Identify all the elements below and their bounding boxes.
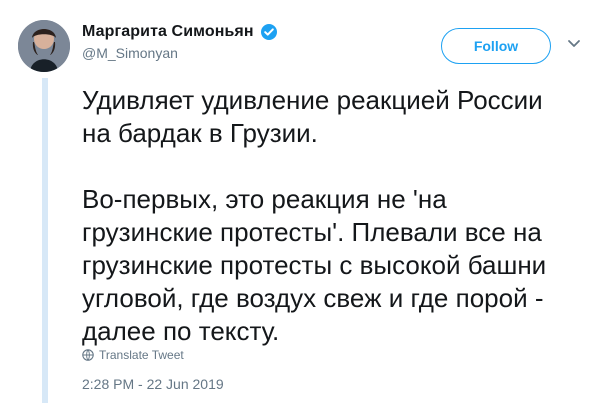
user-handle[interactable]: @M_Simonyan xyxy=(82,45,442,61)
tweet-line: Во-первых, это реакция не 'на xyxy=(82,184,447,214)
tweet-line: угловой, где воздух свеж и где порой - xyxy=(82,283,544,313)
tweet-line: далее по тексту. xyxy=(82,316,280,346)
follow-button[interactable]: Follow xyxy=(441,28,551,64)
tweet-line: грузинские протесты'. Плевали все на xyxy=(82,217,542,247)
avatar[interactable] xyxy=(18,20,70,72)
tweet-header: Маргарита Симоньян @M_Simonyan xyxy=(82,22,442,61)
tweet-line: Удивляет удивление реакцией России xyxy=(82,85,543,115)
translate-tweet-link[interactable]: Translate Tweet xyxy=(82,348,184,362)
display-name[interactable]: Маргарита Симоньян xyxy=(82,23,254,41)
thread-rail xyxy=(42,78,48,403)
more-options-button[interactable] xyxy=(565,35,583,53)
verified-badge-icon xyxy=(260,23,278,41)
chevron-down-icon xyxy=(568,40,580,47)
tweet-line: на бардак в Грузии. xyxy=(82,118,318,148)
tweet-card: Маргарита Симоньян @M_Simonyan Follow Уд… xyxy=(0,0,616,403)
tweet-text: Удивляет удивление реакцией России на ба… xyxy=(82,84,582,348)
name-row: Маргарита Симоньян xyxy=(82,22,442,42)
translate-tweet-label[interactable]: Translate Tweet xyxy=(99,348,184,362)
tweet-line: грузинские протесты с высокой башни xyxy=(82,250,547,280)
globe-icon xyxy=(82,349,94,361)
avatar-image xyxy=(18,20,70,72)
tweet-timestamp[interactable]: 2:28 PM - 22 Jun 2019 xyxy=(82,376,224,392)
